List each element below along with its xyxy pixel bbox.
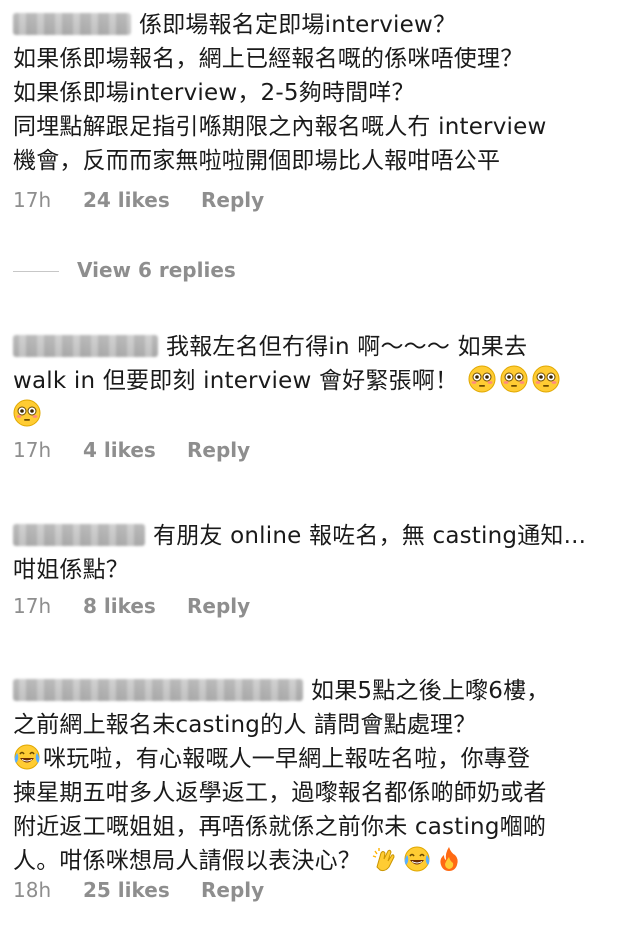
comment-line: 咪玩啦，有心報嘅人一早網上報咗名啦，你專登 (13, 742, 620, 776)
comment-line-text: walk in 但要即刻 interview 會好緊張啊！ (13, 368, 459, 394)
comment-line: 人。咁係咪想局人請假以表決心？ (13, 844, 620, 878)
comment-meta: 17h 24 likes Reply (13, 188, 264, 212)
comment-line-text: 我報左名但冇得in 啊～～～ 如果去 (166, 334, 528, 360)
reply-button[interactable]: Reply (201, 878, 264, 902)
timestamp: 17h (13, 594, 52, 618)
comment-line: 如果係即場interview，2-5夠時間咩？ (13, 80, 415, 106)
comment-line-text: 人。咁係咪想局人請假以表決心？ (13, 848, 361, 874)
likes-count[interactable]: 25 likes (83, 878, 201, 902)
timestamp: 17h (13, 188, 52, 212)
reply-button[interactable]: Reply (201, 188, 264, 212)
reply-button[interactable]: Reply (187, 438, 250, 462)
comment-line-text: 如果5點之後上嚟6樓， (311, 678, 550, 704)
flushed-face-icon (532, 365, 560, 393)
comment-line: 之前網上報名未casting的人 請問會點處理？ (13, 712, 477, 738)
view-replies-button[interactable]: View 6 replies (13, 258, 236, 288)
flushed-face-icon (500, 365, 528, 393)
tears-of-joy-face-icon (403, 845, 431, 873)
comment-line-text: 係即場報名定即場interview？ (139, 12, 457, 38)
comment-3: 有朋友 online 報咗名，無 casting通知... 咁姐係點？ (0, 519, 628, 587)
timestamp: 17h (13, 438, 52, 462)
tears-of-joy-face-icon (13, 743, 41, 771)
likes-count[interactable]: 8 likes (83, 594, 187, 618)
timestamp: 18h (13, 878, 52, 902)
comment-4: 如果5點之後上嚟6樓， 之前網上報名未casting的人 請問會點處理？ 咪玩啦… (0, 674, 628, 878)
comment-text: 有朋友 online 報咗名，無 casting通知... 咁姐係點？ (0, 519, 628, 587)
comment-line: 機會，反而而家無啦啦開個即場比人報咁唔公平 (13, 148, 501, 174)
divider-dash (13, 271, 59, 272)
comment-1: 係即場報名定即場interview？ 如果係即場報名，網上已經報名嘅的係咪唔使理… (0, 8, 628, 178)
username-blurred[interactable] (13, 679, 303, 701)
comment-line: 咁姐係點？ (13, 557, 129, 583)
comment-line: walk in 但要即刻 interview 會好緊張啊！ (13, 364, 620, 398)
username-blurred[interactable] (13, 524, 145, 546)
view-replies-label: View 6 replies (77, 258, 236, 282)
comment-line: 附近返工嘅姐姐，再唔係就係之前你未 casting嗰啲 (13, 814, 547, 840)
comment-line (13, 398, 620, 432)
likes-count[interactable]: 4 likes (83, 438, 187, 462)
comment-meta: 17h 8 likes Reply (13, 594, 250, 618)
username-blurred[interactable] (13, 335, 158, 357)
flushed-face-icon (13, 399, 41, 427)
comment-line: 同埋點解跟足指引喺期限之內報名嘅人冇 interview (13, 114, 547, 140)
comment-meta: 17h 4 likes Reply (13, 438, 250, 462)
comment-line: 有朋友 online 報咗名，無 casting通知... (13, 519, 620, 553)
flushed-face-icon (468, 365, 496, 393)
comment-line-text: 咪玩啦，有心報嘅人一早網上報咗名啦，你專登 (43, 746, 531, 772)
comment-text: 係即場報名定即場interview？ 如果係即場報名，網上已經報名嘅的係咪唔使理… (0, 8, 628, 178)
comment-text: 如果5點之後上嚟6樓， 之前網上報名未casting的人 請問會點處理？ 咪玩啦… (0, 674, 628, 878)
comment-2: 我報左名但冇得in 啊～～～ 如果去 walk in 但要即刻 intervie… (0, 330, 628, 432)
comment-meta: 18h 25 likes Reply (13, 878, 264, 902)
clapping-hands-icon (371, 845, 399, 873)
comment-text: 我報左名但冇得in 啊～～～ 如果去 walk in 但要即刻 intervie… (0, 330, 628, 432)
comment-line: 我報左名但冇得in 啊～～～ 如果去 (13, 330, 620, 364)
reply-button[interactable]: Reply (187, 594, 250, 618)
comment-line: 揀星期五咁多人返學返工，過嚟報名都係啲師奶或者 (13, 780, 547, 806)
likes-count[interactable]: 24 likes (83, 188, 201, 212)
comment-line: 係即場報名定即場interview？ (13, 8, 620, 42)
username-blurred[interactable] (13, 13, 131, 35)
comment-line-text: 有朋友 online 報咗名，無 casting通知... (153, 523, 587, 549)
comment-line: 如果5點之後上嚟6樓， (13, 674, 620, 708)
comment-line: 如果係即場報名，網上已經報名嘅的係咪唔使理？ (13, 46, 524, 72)
fire-icon (435, 845, 463, 873)
